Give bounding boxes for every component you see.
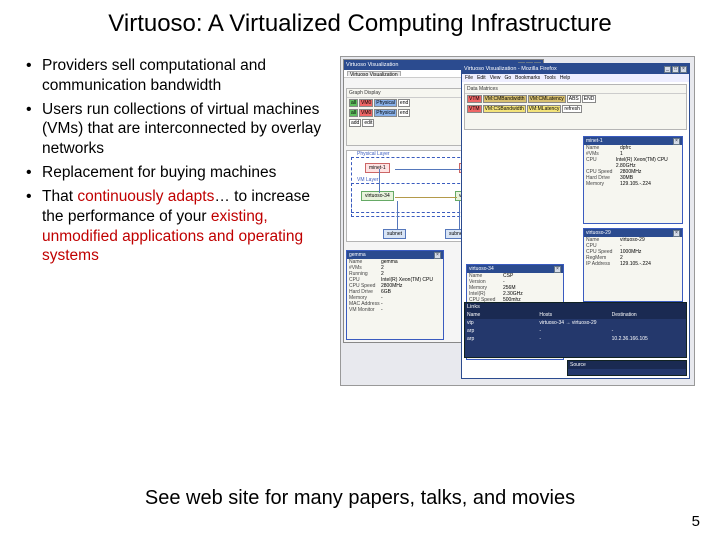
prop-value: Intel(R) Xeon(TM) CPU 2.80GHz <box>616 157 680 169</box>
prop-value: 129.105.-.224 <box>620 181 651 187</box>
chip[interactable]: ABS <box>567 95 581 103</box>
add-button[interactable]: add <box>349 119 361 127</box>
info-pane: minet-1× Namedpfrc #VMs1 CPUIntel(R) Xeo… <box>583 136 683 224</box>
chip[interactable]: Physical <box>374 109 397 117</box>
topology-link <box>459 201 460 229</box>
chip[interactable]: VM:CSBandwidth <box>483 105 526 113</box>
chip[interactable]: VTM <box>467 95 482 103</box>
cell: - <box>539 336 611 342</box>
menu-item[interactable]: File <box>465 75 473 81</box>
vm-node[interactable]: virtuoso-34 <box>361 191 394 201</box>
close-icon[interactable]: × <box>554 266 561 273</box>
chip[interactable]: VM0 <box>359 99 373 107</box>
edit-button[interactable]: edit <box>362 119 374 127</box>
data-matrices-panel: Data Matrices VTM VM:CMBandwidth VM:CMLa… <box>464 84 687 130</box>
panel-header: Graph Display <box>347 89 475 98</box>
info-pane: virtuoso-29× Namevirtuoso-29 CPU- CPU Sp… <box>583 228 683 302</box>
host-node[interactable]: minet-1 <box>365 163 390 173</box>
pane-title: virtuoso-34 <box>469 266 494 272</box>
bullet-item: Users run collections of virtual machine… <box>20 100 330 159</box>
cell: vtp <box>467 320 539 326</box>
screenshot-figure: Virtuoso Visualization _ □ × Virtuoso Vi… <box>340 56 695 386</box>
chip[interactable]: VM:CMLatency <box>528 95 566 103</box>
panel-header: Links <box>465 303 686 311</box>
cell: - <box>539 328 611 334</box>
topology-link <box>379 169 380 193</box>
bullet-item: Replacement for buying machines <box>20 163 330 183</box>
browser-title: Virtuoso Visualization - Mozilla Firefox <box>464 66 557 72</box>
prop-label: IP Address <box>586 261 620 267</box>
menu-item[interactable]: Go <box>504 75 511 81</box>
panel-header: Source <box>570 362 586 368</box>
source-panel: Source <box>567 360 687 376</box>
chip[interactable]: all <box>349 99 358 107</box>
chip[interactable]: END <box>582 95 597 103</box>
col-header: Hosts <box>539 312 611 318</box>
cell: arp <box>467 336 539 342</box>
window-controls: _ □ × <box>664 66 687 73</box>
minimize-icon[interactable]: _ <box>664 66 671 73</box>
page-number: 5 <box>692 513 700 530</box>
slide-title: Virtuoso: A Virtualized Computing Infras… <box>0 0 720 56</box>
panel-header: Data Matrices <box>465 85 686 94</box>
links-panel: Links Name Hosts Destination vtpvirtuoso… <box>464 302 687 358</box>
cell: 10.2.36.166.105 <box>612 336 684 342</box>
tab-virtuoso[interactable]: Virtuoso Visualization <box>347 71 401 76</box>
topology-link <box>395 197 457 198</box>
cell: virtuoso-34 → virtuoso-29 <box>539 320 611 326</box>
slide-body: Providers sell computational and communi… <box>0 56 720 386</box>
chip[interactable]: end <box>398 109 410 117</box>
pane-title: minet-1 <box>586 138 603 144</box>
maximize-icon[interactable]: □ <box>672 66 679 73</box>
browser-titlebar: Virtuoso Visualization - Mozilla Firefox… <box>462 64 689 74</box>
prop-value: - <box>381 307 383 313</box>
chip[interactable]: VM:CMBandwidth <box>483 95 527 103</box>
close-icon[interactable]: × <box>673 138 680 145</box>
chip[interactable]: VM:MLatency <box>527 105 562 113</box>
browser-menubar: File Edit View Go Bookmarks Tools Help <box>462 74 689 82</box>
close-icon[interactable]: × <box>434 252 441 259</box>
refresh-button[interactable]: refresh <box>562 105 582 113</box>
pane-title: virtuoso-29 <box>586 230 611 236</box>
cell: - <box>612 328 684 334</box>
accent-text: continuously adapts <box>77 188 214 205</box>
bullet-item: Providers sell computational and communi… <box>20 56 330 96</box>
menu-item[interactable]: Edit <box>477 75 486 81</box>
network-node[interactable]: subnet <box>383 229 406 239</box>
pane-title: gemma <box>349 252 366 258</box>
prop-value: virtuoso-29 <box>620 237 645 243</box>
menu-item[interactable]: Bookmarks <box>515 75 540 81</box>
chip[interactable]: VTM <box>467 105 482 113</box>
prop-label: Memory <box>586 181 620 187</box>
close-icon[interactable]: × <box>680 66 687 73</box>
chip[interactable]: Physical <box>374 99 397 107</box>
prop-label: VM Monitor <box>349 307 381 313</box>
prop-value: 1000MHz <box>620 249 641 255</box>
browser-window: Virtuoso Visualization - Mozilla Firefox… <box>461 63 690 379</box>
chip[interactable]: end <box>398 99 410 107</box>
chip[interactable]: all <box>349 109 358 117</box>
app-title: Virtuoso Visualization <box>346 62 398 68</box>
chip[interactable]: VM0 <box>359 109 373 117</box>
menu-item[interactable]: Help <box>560 75 570 81</box>
layer-label: VM Layer <box>356 177 379 183</box>
menu-item[interactable]: View <box>490 75 501 81</box>
col-header: Destination <box>612 312 684 318</box>
menu-item[interactable]: Tools <box>544 75 556 81</box>
bullet-list: Providers sell computational and communi… <box>20 56 330 386</box>
bullet-item: That continuously adapts… to increase th… <box>20 187 330 266</box>
graph-display-panel: Graph Display all VM0 Physical end all V… <box>346 88 476 146</box>
topology-link <box>397 201 398 229</box>
col-header: Name <box>467 312 539 318</box>
accent-text: existing, unmodified applications and op… <box>42 208 303 265</box>
property-pane: gemma× Namegemma #VMs2 Running2 CPUIntel… <box>346 250 444 340</box>
close-icon[interactable]: × <box>673 230 680 237</box>
topology-link <box>395 169 465 170</box>
prop-label: CPU <box>586 157 616 169</box>
cell <box>612 320 684 326</box>
layer-label: Physical Layer <box>356 151 391 157</box>
cell: arp <box>467 328 539 334</box>
footer-text: See web site for many papers, talks, and… <box>0 487 720 510</box>
prop-value: 129.105.-.224 <box>620 261 651 267</box>
